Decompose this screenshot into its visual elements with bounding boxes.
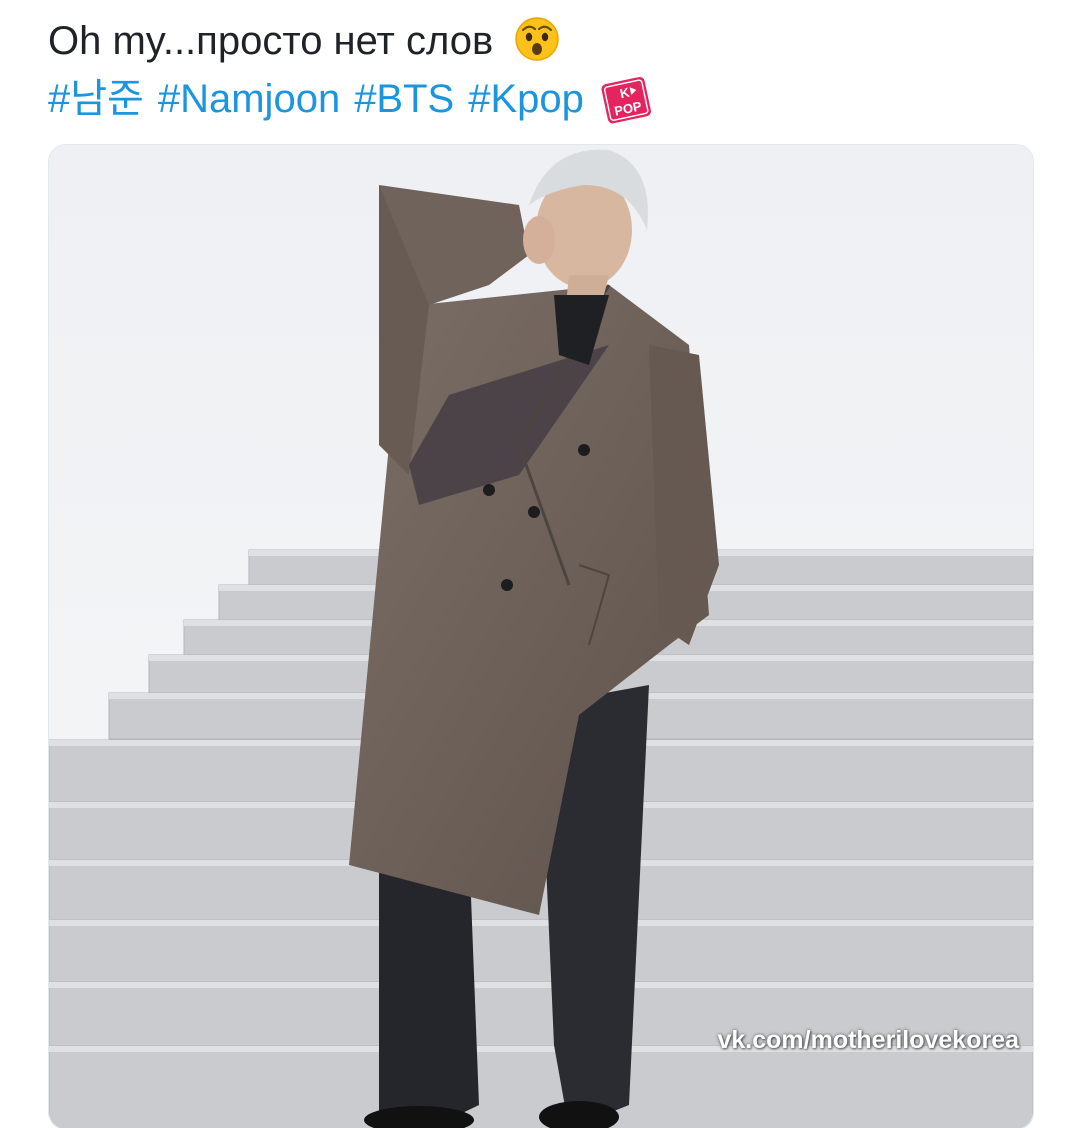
- post-container: Oh my...просто нет слов #남준 #Namjoon #BTS #…: [0, 0, 1080, 1128]
- post-caption-text: Oh my...просто нет слов: [48, 19, 494, 63]
- watermark-text: vk.com/motherilovekorea: [717, 1026, 1019, 1054]
- photo-illustration: [49, 145, 1033, 1128]
- hashtag-namjoon-korean[interactable]: #남준: [48, 77, 144, 121]
- astonished-face-icon: [514, 16, 560, 62]
- hashtag-line: #남준 #Namjoon #BTS #Kpop K POP: [48, 70, 1048, 128]
- hashtag-bts[interactable]: #BTS: [354, 77, 454, 121]
- kpop-badge-icon: K POP: [598, 74, 656, 124]
- hashtag-namjoon[interactable]: #Namjoon: [158, 77, 340, 121]
- hashtag-kpop[interactable]: #Kpop: [468, 77, 584, 121]
- post-photo[interactable]: vk.com/motherilovekorea: [48, 144, 1034, 1128]
- post-caption: Oh my...просто нет слов: [48, 12, 1048, 70]
- post-text-block: Oh my...просто нет слов #남준 #Namjoon #BTS #…: [48, 12, 1048, 128]
